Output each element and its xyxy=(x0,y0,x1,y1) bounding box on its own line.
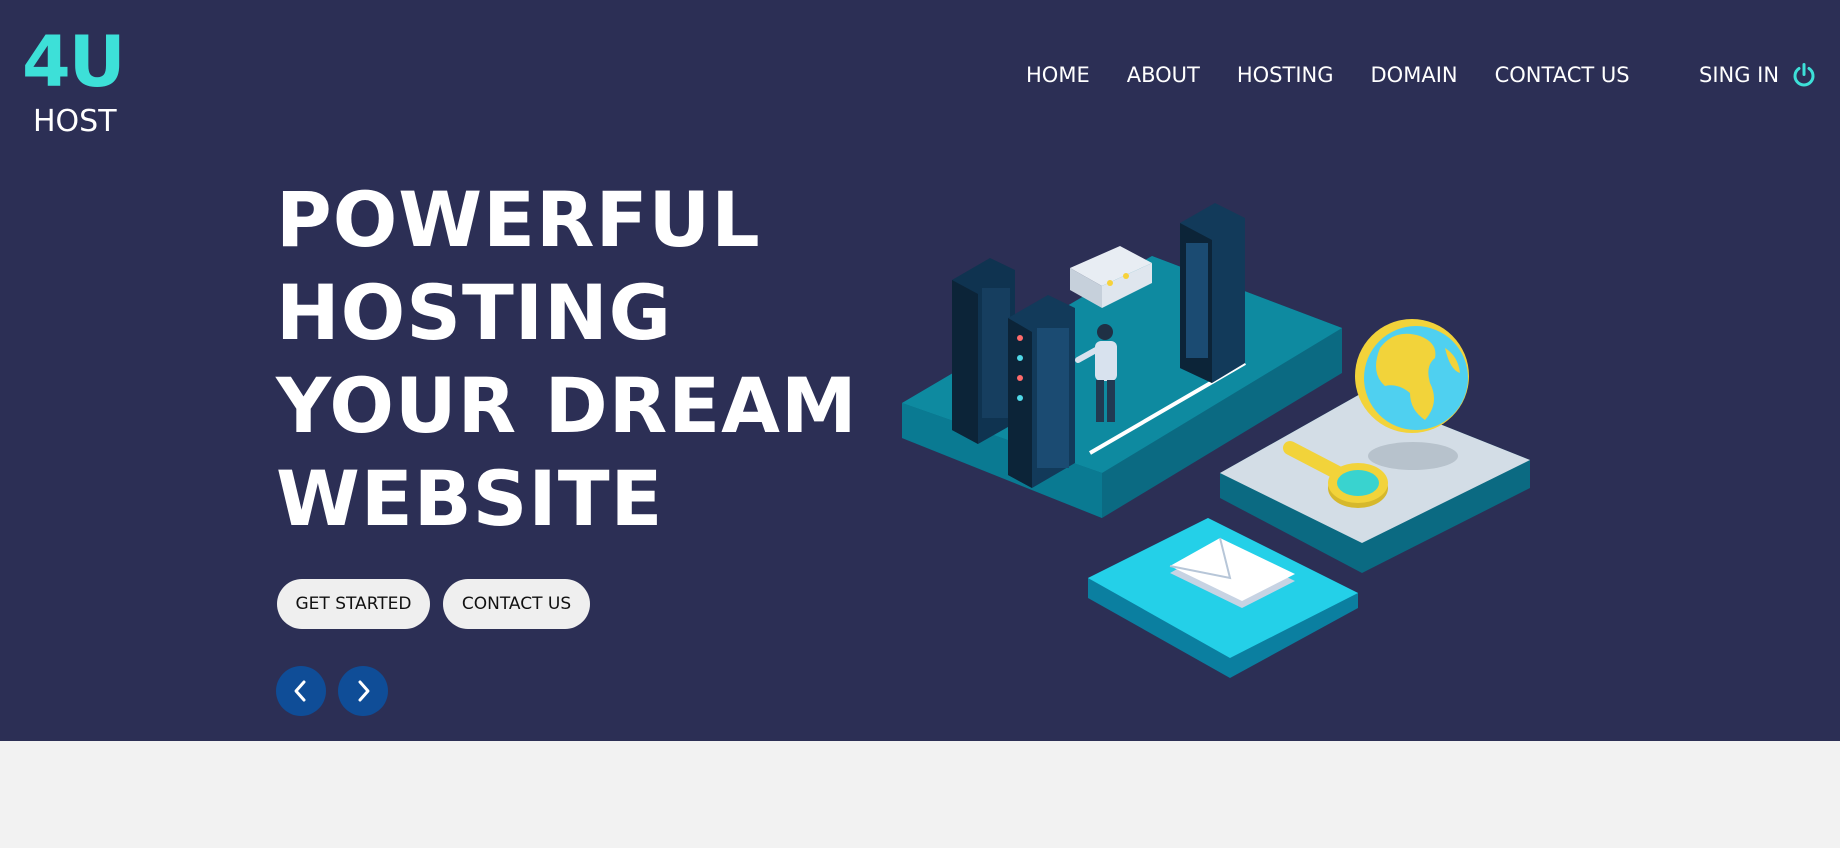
lower-section xyxy=(0,741,1840,848)
signin-label: SING IN xyxy=(1699,63,1780,87)
server-rack-middle xyxy=(1008,295,1075,488)
nav-item-domain[interactable]: DOMAIN xyxy=(1371,60,1458,90)
hero-headline: POWERFUL HOSTING YOUR DREAM WEBSITE xyxy=(276,173,896,545)
nav-item-home[interactable]: HOME xyxy=(1026,60,1090,90)
signin-link[interactable]: SING IN xyxy=(1699,60,1817,90)
server-room-illustration xyxy=(902,203,1530,678)
logo-subtitle: HOST xyxy=(33,104,117,139)
chevron-left-icon xyxy=(294,680,306,702)
headline-line: POWERFUL xyxy=(276,175,761,264)
logo-mark: 4U xyxy=(22,21,126,103)
server-rack-left xyxy=(952,258,1015,444)
site-logo[interactable]: 4U HOST xyxy=(22,22,132,142)
nav-item-about[interactable]: ABOUT xyxy=(1127,60,1200,90)
main-nav: HOME ABOUT HOSTING DOMAIN CONTACT US xyxy=(1026,60,1667,90)
globe-icon xyxy=(1355,319,1469,433)
headline-line: HOSTING xyxy=(276,268,673,357)
chevron-right-icon xyxy=(358,680,370,702)
contact-us-button[interactable]: CONTACT US xyxy=(443,579,590,629)
headline-line: YOUR DREAM xyxy=(276,361,858,450)
next-slide-button[interactable] xyxy=(338,666,388,716)
prev-slide-button[interactable] xyxy=(276,666,326,716)
hero-section: 4U HOST HOME ABOUT HOSTING DOMAIN CONTAC… xyxy=(0,0,1840,741)
headline-line: WEBSITE xyxy=(276,454,664,543)
power-icon xyxy=(1791,62,1817,88)
server-rack-right xyxy=(1180,203,1245,383)
nav-item-contact-us[interactable]: CONTACT US xyxy=(1495,60,1630,90)
nav-item-hosting[interactable]: HOSTING xyxy=(1237,60,1334,90)
get-started-button[interactable]: GET STARTED xyxy=(277,579,430,629)
